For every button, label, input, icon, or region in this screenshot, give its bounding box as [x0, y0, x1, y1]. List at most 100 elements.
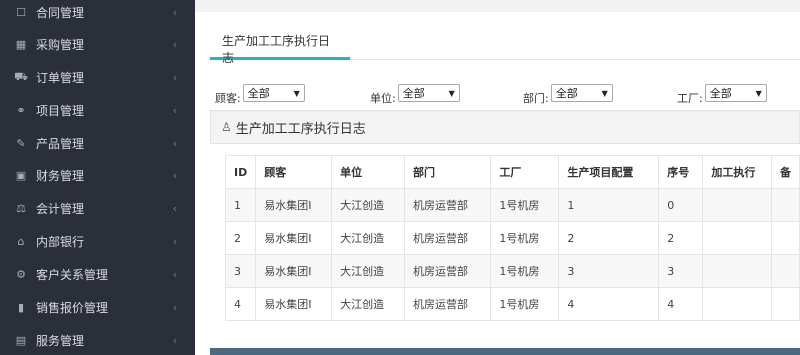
col-header-customer[interactable]: 顾客 [255, 155, 333, 189]
customer-select[interactable]: 全部 ▼ [242, 84, 305, 102]
filter-customer: 顾客: 全部 ▼ [215, 82, 305, 108]
col-header-department[interactable]: 部门 [403, 155, 492, 189]
sidebar-item-projects[interactable]: ⚭ 项目管理 ‹ [0, 95, 195, 125]
unit-select[interactable]: 全部 ▼ [397, 84, 460, 102]
scale-icon: ⚖ [16, 201, 26, 215]
cell-department: 机房运营部 [403, 287, 492, 321]
sidebar-item-contract[interactable]: ☐ 合同管理 ‹ [0, 0, 195, 27]
cell-id: 1 [224, 188, 257, 222]
cell-unit: 大江创造 [331, 188, 405, 222]
bank-icon: ⌂ [17, 234, 25, 248]
cell-remark [770, 221, 800, 255]
cell-seq: 2 [658, 221, 704, 255]
crm-gears-icon: ⚙ [16, 267, 26, 281]
cell-config: 4 [558, 287, 660, 321]
sidebar-item-service[interactable]: ▤ 服务管理 ‹ [0, 325, 195, 355]
sidebar-item-purchase[interactable]: ▦ 采购管理 ‹ [0, 29, 195, 59]
cell-customer: 易水集团I [255, 221, 333, 255]
sidebar: ☐ 合同管理 ‹ ▦ 采购管理 ‹ ⛟ 订单管理 ‹ ⚭ 项目管理 ‹ ✎ 产品… [0, 0, 195, 355]
sidebar-item-accounting[interactable]: ⚖ 会计管理 ‹ [0, 193, 195, 223]
dropdown-arrow-icon: ▼ [293, 88, 300, 98]
cell-config: 3 [558, 254, 660, 288]
product-edit-icon: ✎ [16, 136, 26, 150]
col-header-exec[interactable]: 加工执行 [702, 155, 772, 189]
filter-unit: 单位: 全部 ▼ [370, 82, 460, 108]
sidebar-item-label: 内部银行 [36, 234, 85, 249]
select-value: 全部 [402, 87, 425, 100]
sidebar-item-label: 客户关系管理 [36, 267, 109, 282]
sidebar-item-products[interactable]: ✎ 产品管理 ‹ [0, 128, 195, 158]
cart-icon: ⛟ [14, 69, 28, 83]
chevron-left-icon: ‹ [172, 201, 178, 215]
sidebar-item-internal-bank[interactable]: ⌂ 内部银行 ‹ [0, 226, 195, 256]
chevron-left-icon: ‹ [172, 136, 178, 150]
data-table: ID 顾客 单位 部门 工厂 生产项目配置 序号 加工执行 备 1 易水集团I … [224, 155, 800, 321]
panel-header: ♙ 生产加工工序执行日志 [210, 110, 800, 144]
chevron-left-icon: ‹ [172, 70, 178, 84]
sidebar-item-label: 合同管理 [36, 5, 85, 20]
dropdown-arrow-icon: ▼ [755, 88, 762, 98]
sidebar-item-orders[interactable]: ⛟ 订单管理 ‹ [0, 62, 195, 92]
cell-id: 4 [224, 287, 257, 321]
select-value: 全部 [709, 87, 732, 100]
panel-title: 生产加工工序执行日志 [235, 121, 366, 137]
sidebar-item-sales-quote[interactable]: ▮ 销售报价管理 ‹ [0, 292, 195, 322]
col-header-config[interactable]: 生产项目配置 [558, 155, 660, 189]
dropdown-arrow-icon: ▼ [601, 88, 608, 98]
table-header-row: ID 顾客 单位 部门 工厂 生产项目配置 序号 加工执行 备 [224, 155, 800, 189]
department-select[interactable]: 全部 ▼ [550, 84, 613, 102]
cell-id: 3 [224, 254, 257, 288]
sidebar-item-label: 产品管理 [36, 136, 85, 151]
cell-customer: 易水集团I [255, 287, 333, 321]
cell-exec [702, 254, 772, 288]
select-value: 全部 [555, 87, 578, 100]
sidebar-item-finance[interactable]: ▣ 财务管理 ‹ [0, 160, 195, 190]
bar-chart-icon: ▮ [17, 300, 25, 314]
cell-seq: 0 [658, 188, 704, 222]
dropdown-arrow-icon: ▼ [448, 88, 455, 98]
cell-unit: 大江创造 [331, 221, 405, 255]
sidebar-item-label: 采购管理 [36, 37, 85, 52]
sidebar-item-crm[interactable]: ⚙ 客户关系管理 ‹ [0, 259, 195, 289]
table-row[interactable]: 4 易水集团I 大江创造 机房运营部 1号机房 4 4 [224, 287, 800, 321]
select-value: 全部 [247, 87, 270, 100]
sidebar-item-label: 销售报价管理 [36, 300, 109, 315]
col-header-remark[interactable]: 备 [770, 155, 800, 189]
cell-config: 1 [558, 188, 660, 222]
table-row[interactable]: 1 易水集团I 大江创造 机房运营部 1号机房 1 0 [224, 188, 800, 222]
user-icon: ♙ [221, 120, 232, 134]
purchase-icon: ▦ [15, 37, 27, 51]
sidebar-item-label: 会计管理 [36, 201, 85, 216]
tab-production-log[interactable]: 生产加工工序执行日志 [210, 24, 350, 65]
cell-remark [770, 188, 800, 222]
chevron-left-icon: ‹ [172, 5, 178, 19]
col-header-seq[interactable]: 序号 [658, 155, 704, 189]
chevron-left-icon: ‹ [172, 234, 178, 248]
cell-exec [702, 221, 772, 255]
cell-department: 机房运营部 [403, 221, 492, 255]
chevron-left-icon: ‹ [172, 37, 178, 51]
bottom-bar [210, 348, 800, 355]
cell-unit: 大江创造 [331, 254, 405, 288]
chevron-left-icon: ‹ [172, 267, 178, 281]
sidebar-item-label: 财务管理 [36, 168, 85, 183]
filter-department: 部门: 全部 ▼ [523, 82, 613, 108]
table-row[interactable]: 3 易水集团I 大江创造 机房运营部 1号机房 3 3 [224, 254, 800, 288]
cell-factory: 1号机房 [490, 287, 560, 321]
sidebar-item-label: 订单管理 [36, 70, 85, 85]
cell-customer: 易水集团I [255, 188, 333, 222]
col-header-unit[interactable]: 单位 [331, 155, 405, 189]
finance-icon: ▣ [15, 168, 27, 182]
col-header-factory[interactable]: 工厂 [490, 155, 560, 189]
top-band [195, 0, 800, 12]
cell-exec [702, 188, 772, 222]
sidebar-item-label: 项目管理 [36, 103, 85, 118]
cell-customer: 易水集团I [255, 254, 333, 288]
filter-bar: 顾客: 全部 ▼ 单位: 全部 ▼ 部门: 全部 ▼ 工厂: 全部 ▼ [215, 82, 800, 108]
cell-remark [770, 287, 800, 321]
factory-select[interactable]: 全部 ▼ [704, 84, 767, 102]
col-header-id[interactable]: ID [224, 155, 257, 189]
contract-icon: ☐ [16, 5, 26, 19]
table-row[interactable]: 2 易水集团I 大江创造 机房运营部 1号机房 2 2 [224, 221, 800, 255]
chevron-left-icon: ‹ [172, 333, 178, 347]
